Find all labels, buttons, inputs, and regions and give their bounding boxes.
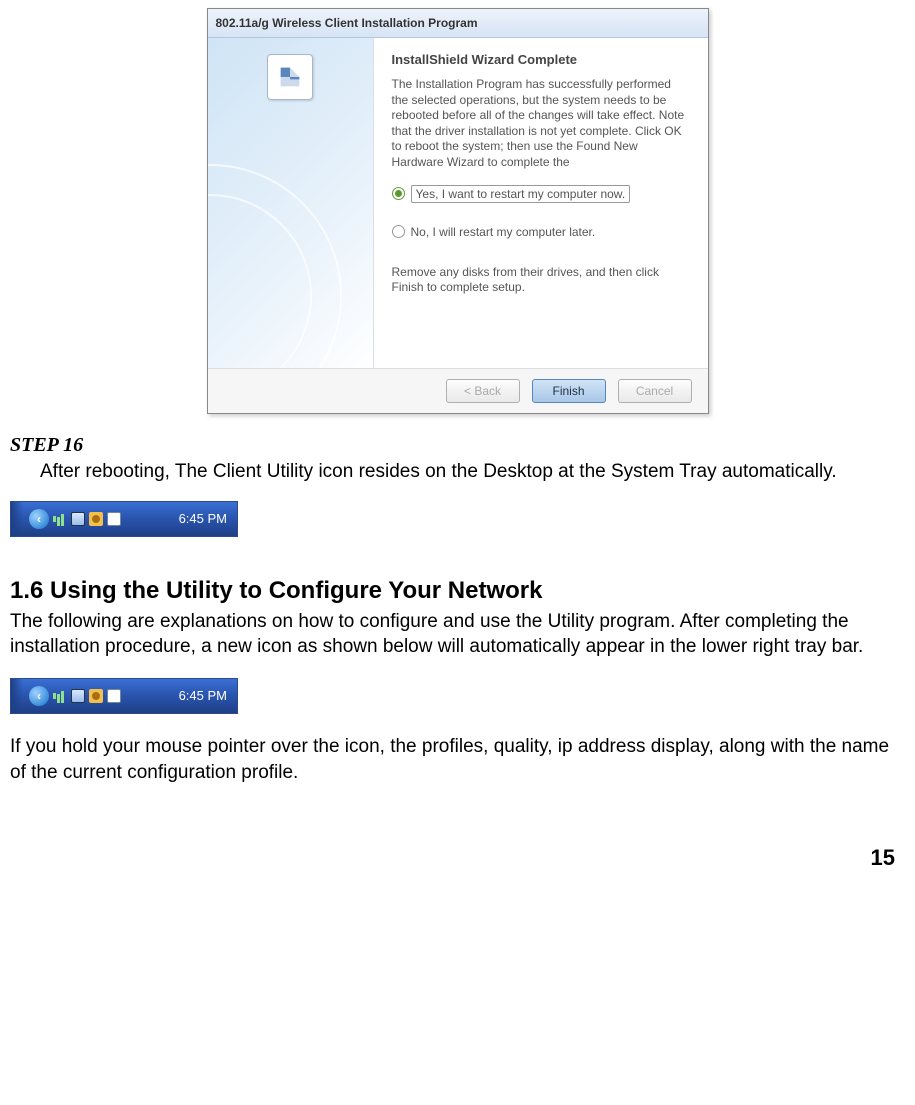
radio-restart-now-label: Yes, I want to restart my computer now. — [411, 185, 631, 203]
tray-expand-icon[interactable]: ‹ — [29, 686, 49, 706]
installer-art — [208, 38, 374, 368]
installer-titlebar: 802.11a/g Wireless Client Installation P… — [208, 9, 708, 38]
shield-icon[interactable] — [89, 512, 103, 526]
radio-restart-later-label: No, I will restart my computer later. — [411, 225, 596, 239]
section-paragraph-1: The following are explanations on how to… — [10, 609, 905, 660]
installer-content: InstallShield Wizard Complete The Instal… — [374, 38, 708, 368]
tray-clock: 6:45 PM — [129, 688, 237, 703]
cancel-button: Cancel — [618, 379, 692, 403]
page-number: 15 — [10, 845, 905, 871]
installer-paragraph-2: Remove any disks from their drives, and … — [392, 265, 690, 296]
tray-left-cap — [11, 502, 23, 536]
monitor-icon[interactable] — [71, 512, 85, 526]
section-paragraph-2: If you hold your mouse pointer over the … — [10, 734, 905, 785]
installer-heading: InstallShield Wizard Complete — [392, 52, 690, 67]
signal-bars-icon[interactable] — [53, 512, 67, 526]
back-button: < Back — [446, 379, 520, 403]
radio-restart-now[interactable]: Yes, I want to restart my computer now. — [392, 185, 690, 203]
utility-app-icon[interactable] — [107, 689, 121, 703]
step-paragraph: After rebooting, The Client Utility icon… — [40, 459, 905, 485]
installer-paragraph-1: The Installation Program has successfull… — [392, 77, 690, 171]
shield-icon[interactable] — [89, 689, 103, 703]
finish-button[interactable]: Finish — [532, 379, 606, 403]
radio-restart-later[interactable]: No, I will restart my computer later. — [392, 225, 690, 239]
installer-body: InstallShield Wizard Complete The Instal… — [208, 38, 708, 368]
utility-app-icon[interactable] — [107, 512, 121, 526]
step-heading: STEP 16 — [10, 434, 905, 457]
section-heading: 1.6 Using the Utility to Configure Your … — [10, 577, 905, 605]
installer-title: 802.11a/g Wireless Client Installation P… — [216, 16, 478, 30]
tray-clock: 6:45 PM — [129, 511, 237, 526]
tray-expand-icon[interactable]: ‹ — [29, 509, 49, 529]
tray-icons — [53, 512, 121, 526]
radio-icon — [392, 225, 405, 238]
radio-icon — [392, 187, 405, 200]
signal-bars-icon[interactable] — [53, 689, 67, 703]
tray-left-cap — [11, 679, 23, 713]
monitor-icon[interactable] — [71, 689, 85, 703]
tray-icons — [53, 689, 121, 703]
system-tray-image-1: ‹ 6:45 PM — [10, 501, 238, 537]
system-tray-image-2: ‹ 6:45 PM — [10, 678, 238, 714]
installer-button-row: < Back Finish Cancel — [208, 368, 708, 413]
installer-dialog: 802.11a/g Wireless Client Installation P… — [207, 8, 709, 414]
installer-logo-icon — [267, 54, 313, 100]
